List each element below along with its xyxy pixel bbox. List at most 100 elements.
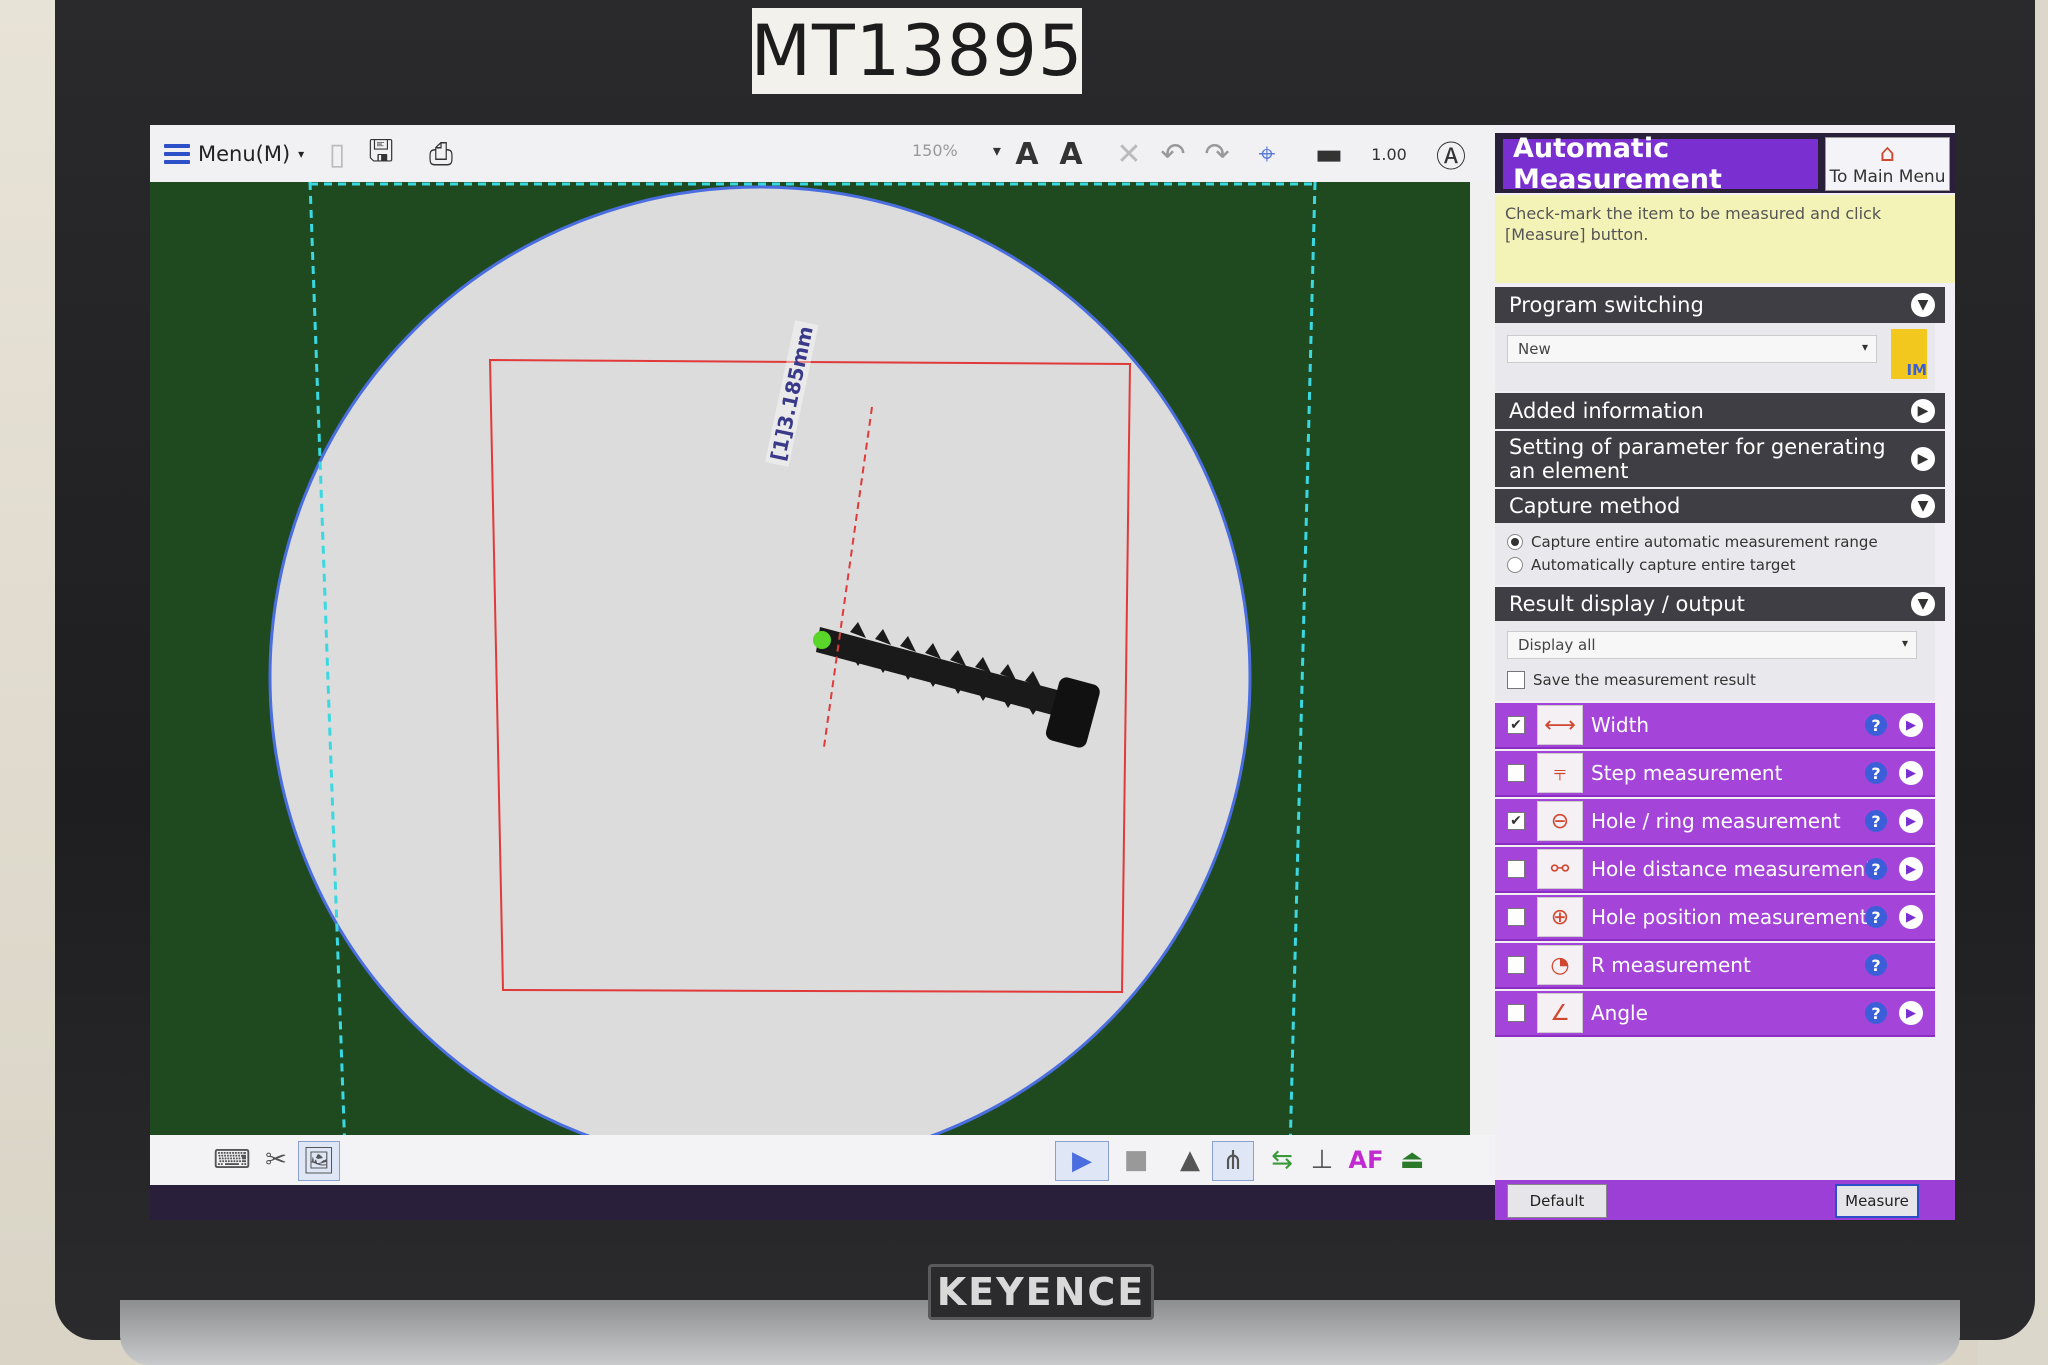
height-icon[interactable]: ⊥ <box>1302 1141 1342 1179</box>
result-display-header: Result display / output <box>1509 592 1745 616</box>
section-parameter-setting[interactable]: Setting of parameter for generating an e… <box>1495 431 1945 487</box>
help-icon[interactable]: ? <box>1865 906 1887 928</box>
play-icon[interactable]: ▶ <box>1055 1141 1109 1181</box>
hole-distance-icon: ⚯ <box>1537 849 1583 889</box>
menu-label: Menu(M) <box>198 142 291 166</box>
item-checkbox[interactable] <box>1507 1004 1525 1022</box>
help-icon[interactable]: ? <box>1865 762 1887 784</box>
display-select-value: Display all <box>1518 636 1596 654</box>
item-hole-distance[interactable]: ⚯ Hole distance measurement ? ▶ <box>1495 847 1935 893</box>
screen: Menu(M) ▾ ▯ 🖫 ⎙ 150% ▾ A A ✕ ↶ ↷ ⌖ ▬ 1.0… <box>150 125 1955 1220</box>
chevron-right-icon[interactable]: ▶ <box>1899 713 1923 737</box>
open-file-icon[interactable]: ▯ <box>318 135 356 173</box>
program-select[interactable]: New ▾ <box>1507 335 1877 363</box>
section-capture-method[interactable]: Capture method ▼ <box>1495 489 1945 523</box>
program-select-value: New <box>1518 340 1551 358</box>
item-step-measurement[interactable]: ⫧ Step measurement ? ▶ <box>1495 751 1935 797</box>
section-program-switching[interactable]: Program switching ▼ <box>1495 287 1945 323</box>
lamp-icon[interactable]: ⏏ <box>1392 1141 1432 1179</box>
measure-button[interactable]: Measure <box>1835 1184 1919 1218</box>
print-icon[interactable]: ⎙ <box>422 135 460 173</box>
item-label: Hole position measurement <box>1591 905 1868 929</box>
brand-logo: KEYENCE <box>928 1264 1154 1320</box>
save-result-checkbox[interactable] <box>1507 671 1525 689</box>
item-label: Hole distance measurement <box>1591 857 1874 881</box>
item-checkbox[interactable] <box>1507 764 1525 782</box>
item-hole-ring[interactable]: ✔ ⊖ Hole / ring measurement ? ▶ <box>1495 799 1935 845</box>
stage-circle <box>268 185 1252 1169</box>
section-result-display[interactable]: Result display / output ▼ <box>1495 587 1945 621</box>
chevron-down-icon: ▼ <box>1911 494 1935 518</box>
range-line-right <box>1288 181 1317 1153</box>
item-label: Hole / ring measurement <box>1591 809 1841 833</box>
multi-light-icon[interactable]: ⋔ <box>1212 1141 1254 1181</box>
zoom-select[interactable]: 150% ▾ <box>912 141 1022 167</box>
undo-icon[interactable]: ↶ <box>1154 135 1192 173</box>
stage-icon[interactable]: ⇆ <box>1262 1141 1302 1179</box>
help-icon[interactable]: ? <box>1865 810 1887 832</box>
scissors-icon[interactable]: ✂ <box>256 1141 296 1179</box>
item-checkbox[interactable]: ✔ <box>1507 812 1525 830</box>
default-button[interactable]: Default <box>1507 1184 1607 1218</box>
zoom-out-icon[interactable]: A <box>1052 135 1090 173</box>
chevron-right-icon[interactable]: ▶ <box>1899 761 1923 785</box>
item-width[interactable]: ✔ ⟷ Width ? ▶ <box>1495 703 1935 749</box>
light-icon[interactable]: ▲ <box>1170 1141 1210 1179</box>
delete-icon[interactable]: ✕ <box>1110 135 1148 173</box>
brightness-icon[interactable]: ▬ <box>1310 135 1348 173</box>
program-file-badge: IM <box>1906 361 1927 379</box>
radio-button[interactable] <box>1507 557 1523 573</box>
capture-option-label: Capture entire automatic measurement ran… <box>1531 533 1878 551</box>
toolbar: Menu(M) ▾ ▯ 🖫 ⎙ 150% ▾ A A ✕ ↶ ↷ ⌖ ▬ 1.0… <box>150 125 1495 184</box>
section-added-information[interactable]: Added information ▶ <box>1495 393 1945 429</box>
program-file-icon[interactable]: IM <box>1891 329 1927 379</box>
display-select[interactable]: Display all ▾ <box>1507 631 1917 659</box>
auto-focus-icon[interactable]: Ⓐ <box>1432 135 1470 175</box>
hole-ring-icon: ⊖ <box>1537 801 1583 841</box>
keyboard-icon[interactable]: ⌨ <box>212 1141 252 1179</box>
radio-button[interactable] <box>1507 534 1523 550</box>
asset-tag-label: MT13895 <box>750 8 1084 94</box>
capture-option-target[interactable]: Automatically capture entire target <box>1507 556 1796 574</box>
capture-option-range[interactable]: Capture entire automatic measurement ran… <box>1507 533 1878 551</box>
image-icon[interactable]: 🖼 <box>298 1141 340 1181</box>
panel-footer: Default Measure <box>1495 1180 1955 1220</box>
af-button[interactable]: AF <box>1346 1141 1386 1179</box>
vertical-scrollbar[interactable] <box>1470 182 1495 1180</box>
chevron-right-icon: ▶ <box>1911 399 1935 423</box>
panel-title: Automatic Measurement <box>1503 133 1818 195</box>
save-result-label: Save the measurement result <box>1533 671 1756 689</box>
help-icon[interactable]: ? <box>1865 954 1887 976</box>
save-result-row[interactable]: Save the measurement result <box>1507 671 1756 689</box>
width-icon: ⟷ <box>1537 705 1583 745</box>
item-label: Width <box>1591 713 1650 737</box>
item-checkbox[interactable] <box>1507 956 1525 974</box>
stop-icon[interactable]: ■ <box>1116 1141 1156 1179</box>
item-hole-position[interactable]: ⊕ Hole position measurement ? ▶ <box>1495 895 1935 941</box>
chevron-right-icon[interactable]: ▶ <box>1899 1001 1923 1025</box>
chevron-right-icon[interactable]: ▶ <box>1899 857 1923 881</box>
item-checkbox[interactable] <box>1507 908 1525 926</box>
main-menu-button[interactable]: ⌂ To Main Menu <box>1825 137 1950 191</box>
zoom-in-icon[interactable]: A <box>1008 135 1046 173</box>
zoom-value: 150% <box>912 141 958 160</box>
chevron-right-icon[interactable]: ▶ <box>1899 809 1923 833</box>
menu-button[interactable]: Menu(M) ▾ <box>164 137 304 171</box>
item-angle[interactable]: ∠ Angle ? ▶ <box>1495 991 1935 1037</box>
camera-view[interactable]: [1]3.185mm <box>150 181 1495 1180</box>
redo-icon[interactable]: ↷ <box>1198 135 1236 173</box>
program-switching-header: Program switching <box>1509 293 1704 317</box>
item-r-measurement[interactable]: ◔ R measurement ? <box>1495 943 1935 989</box>
help-icon[interactable]: ? <box>1865 1002 1887 1024</box>
chevron-right-icon[interactable]: ▶ <box>1899 905 1923 929</box>
scale-icon[interactable]: 1.00 <box>1370 135 1408 173</box>
chevron-right-icon: ▶ <box>1911 447 1935 471</box>
main-menu-label: To Main Menu <box>1829 167 1946 187</box>
item-checkbox[interactable]: ✔ <box>1507 716 1525 734</box>
save-file-icon[interactable]: 🖫 <box>362 134 400 173</box>
item-checkbox[interactable] <box>1507 860 1525 878</box>
target-icon[interactable]: ⌖ <box>1248 135 1286 173</box>
help-icon[interactable]: ? <box>1865 858 1887 880</box>
capture-option-label: Automatically capture entire target <box>1531 556 1796 574</box>
help-icon[interactable]: ? <box>1865 714 1887 736</box>
